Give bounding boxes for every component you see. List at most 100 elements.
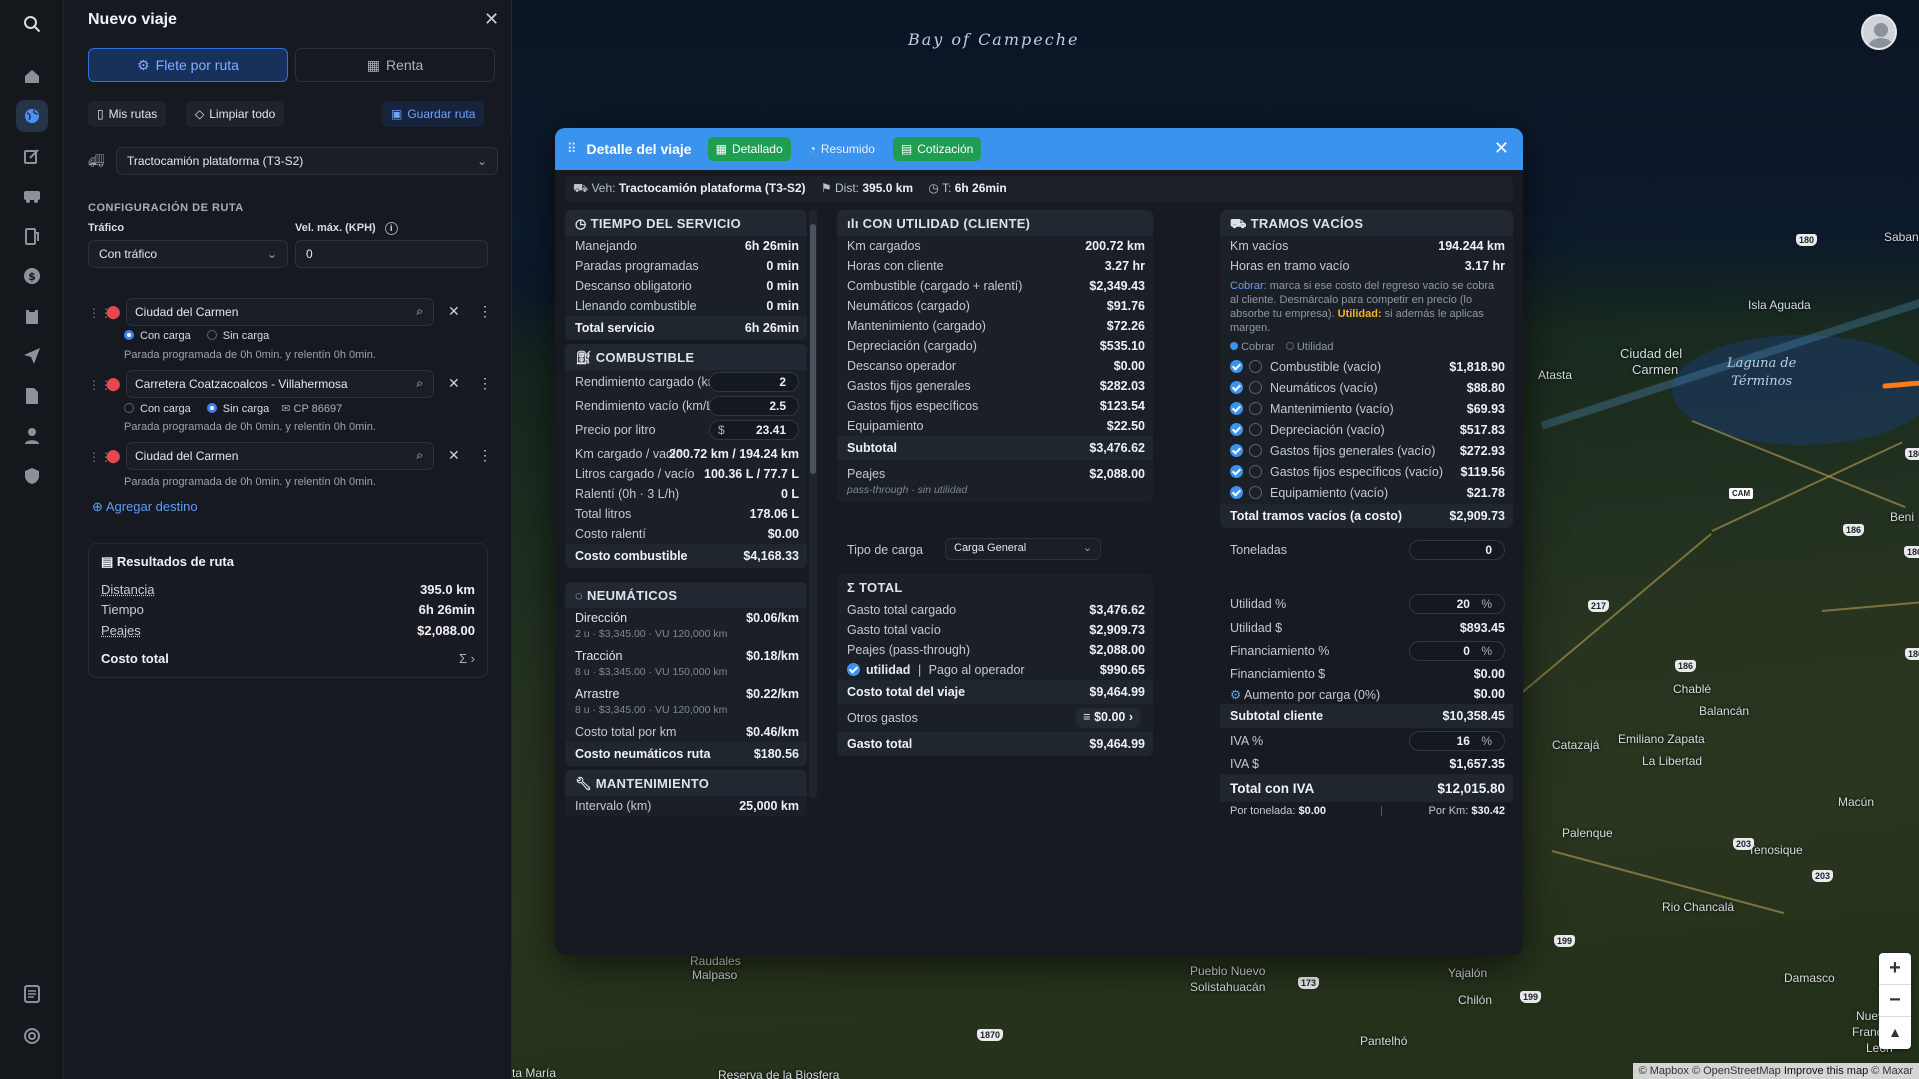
drag-grip-icon[interactable]: ⠿ — [567, 141, 577, 157]
row-value: $123.54 — [1099, 399, 1145, 413]
settings-icon[interactable] — [16, 1020, 48, 1052]
column-scrollbar[interactable] — [809, 210, 817, 798]
currency-symbol: $ — [718, 423, 725, 437]
document-icon[interactable] — [16, 380, 48, 412]
search-icon[interactable] — [16, 8, 48, 40]
cobrar-checkbox[interactable] — [1230, 486, 1243, 499]
truck-icon[interactable] — [16, 180, 48, 212]
search-icon[interactable]: ⌕ — [416, 304, 423, 319]
map-place-label: La Libertad — [1642, 754, 1703, 768]
stop-input[interactable]: Ciudad del Carmen ⌕ — [126, 442, 434, 470]
globe-icon[interactable] — [16, 100, 48, 132]
radio-sin-carga[interactable] — [206, 403, 217, 413]
limpiar-todo-button[interactable]: ◇ Limpiar todo — [186, 101, 285, 127]
distance-label: Distancia — [101, 582, 155, 597]
trafico-value: Con tráfico — [99, 247, 158, 261]
attribution-osm[interactable]: © OpenStreetMap — [1692, 1065, 1781, 1077]
utilidad-radio[interactable] — [1249, 402, 1262, 415]
truck-icon: 🚚︎ — [88, 153, 105, 168]
zoom-out-button[interactable]: − — [1879, 985, 1911, 1017]
search-icon[interactable]: ⌕ — [416, 448, 423, 463]
mis-rutas-button[interactable]: ▯ Mis rutas — [88, 101, 167, 127]
compass-icon[interactable]: ▲ — [1879, 1017, 1911, 1049]
stop-name: Ciudad del Carmen — [135, 449, 239, 463]
row-label: Costo neumáticos ruta — [575, 747, 711, 761]
precio-litro-input[interactable]: $23.41 — [709, 420, 799, 440]
tab-detallado[interactable]: ▦ Detallado — [707, 137, 791, 161]
attribution-maxar[interactable]: © Maxar — [1871, 1065, 1913, 1077]
vehicle-select[interactable]: Tractocamión plataforma (T3-S2) ⌄ — [116, 147, 498, 175]
map-place-label: Pueblo Nuevo — [1190, 964, 1266, 978]
radio-sin-carga[interactable] — [206, 330, 217, 340]
tab-flete-por-ruta[interactable]: ⚙ Flete por ruta — [88, 48, 288, 82]
cobrar-checkbox[interactable] — [1230, 465, 1243, 478]
card-neumaticos: ◌ NEUMÁTICOS Dirección $0.06/km 2 u · $3,… — [565, 582, 807, 766]
pie-icon: ◔ — [808, 142, 816, 156]
user-icon[interactable] — [16, 420, 48, 452]
row-label: Gasto total cargado — [847, 603, 957, 617]
utilidad-radio[interactable] — [1249, 423, 1262, 436]
utilidad-checkbox[interactable] — [847, 663, 860, 676]
scrollbar-thumb[interactable] — [810, 224, 816, 474]
stop-input[interactable]: Ciudad del Carmen ⌕ — [126, 298, 434, 326]
card-combustible: ⛽︎ COMBUSTIBLE Rendimiento cargado (km/L… — [565, 344, 807, 568]
fuel-icon[interactable] — [16, 220, 48, 252]
rend-vacio-input[interactable]: 2.5 — [709, 396, 799, 416]
tab-renta[interactable]: ▦ Renta — [295, 48, 495, 82]
iva-pct-input[interactable]: 16 % — [1409, 731, 1505, 751]
close-icon[interactable]: ✕ — [1494, 138, 1509, 159]
info-icon[interactable]: i — [384, 222, 398, 235]
search-icon[interactable]: ⌕ — [416, 376, 423, 391]
remove-stop-icon[interactable]: ✕ — [448, 375, 460, 392]
radio-con-carga[interactable] — [124, 330, 134, 340]
velmax-input[interactable]: 0 — [295, 240, 488, 268]
utilidad-radio[interactable] — [1249, 486, 1262, 499]
rend-cargado-input[interactable]: 2 — [709, 372, 799, 392]
user-avatar[interactable] — [1861, 14, 1897, 50]
otros-gastos-button[interactable]: ≡ $0.00 › — [1075, 708, 1141, 728]
edit-icon[interactable] — [16, 140, 48, 172]
more-options-icon[interactable]: ⋮ — [478, 303, 492, 320]
eraser-icon: ◇ — [195, 107, 205, 121]
home-icon[interactable] — [16, 60, 48, 92]
cobrar-checkbox[interactable] — [1230, 444, 1243, 457]
send-icon[interactable] — [16, 340, 48, 372]
more-options-icon[interactable]: ⋮ — [478, 375, 492, 392]
remove-stop-icon[interactable]: ✕ — [448, 447, 460, 464]
cobrar-checkbox[interactable] — [1230, 423, 1243, 436]
shield-icon[interactable] — [16, 460, 48, 492]
dollar-icon[interactable]: $ — [16, 260, 48, 292]
gear-icon[interactable]: ⚙ — [1230, 688, 1241, 702]
card-cliente: Utilidad % 20 % Utilidad $ $893.45 Financi… — [1220, 594, 1513, 822]
utilidad-radio[interactable] — [1249, 360, 1262, 373]
clipboard-icon[interactable] — [16, 300, 48, 332]
row-value: $0.46/km — [746, 725, 799, 739]
guardar-ruta-button[interactable]: ▣ Guardar ruta — [382, 101, 485, 127]
close-icon[interactable]: ✕ — [484, 9, 499, 30]
cobrar-checkbox[interactable] — [1230, 381, 1243, 394]
tipo-carga-select[interactable]: Carga General ⌄ — [945, 538, 1101, 560]
tab-cotizacion[interactable]: ▤ Cotización — [892, 137, 982, 161]
financiamiento-pct-input[interactable]: 0 % — [1409, 641, 1505, 661]
utilidad-radio[interactable] — [1249, 465, 1262, 478]
radio-con-carga[interactable] — [124, 403, 134, 413]
trafico-select[interactable]: Con tráfico ⌄ — [88, 240, 288, 268]
zoom-in-button[interactable]: + — [1879, 953, 1911, 985]
add-destination-button[interactable]: ⊕ Agregar destino — [92, 499, 198, 515]
more-options-icon[interactable]: ⋮ — [478, 447, 492, 464]
map-place-label: Chilón — [1458, 993, 1493, 1007]
stop-input[interactable]: Carretera Coatzacoalcos - Villahermosa ⌕ — [126, 370, 434, 398]
toneladas-input[interactable]: 0 — [1409, 540, 1505, 560]
remove-stop-icon[interactable]: ✕ — [448, 303, 460, 320]
cobrar-checkbox[interactable] — [1230, 402, 1243, 415]
utilidad-pct-input[interactable]: 20 % — [1409, 594, 1505, 614]
list-icon[interactable] — [16, 978, 48, 1010]
row-label: Total con IVA — [1230, 781, 1315, 796]
result-total-cost[interactable]: Costo total Σ › — [101, 651, 475, 666]
utilidad-radio[interactable] — [1249, 381, 1262, 394]
improve-map-link[interactable]: Improve this map — [1784, 1065, 1868, 1077]
tab-resumido[interactable]: ◔ Resumido — [801, 137, 883, 161]
attribution-mapbox[interactable]: © Mapbox — [1639, 1065, 1689, 1077]
cobrar-checkbox[interactable] — [1230, 360, 1243, 373]
utilidad-radio[interactable] — [1249, 444, 1262, 457]
